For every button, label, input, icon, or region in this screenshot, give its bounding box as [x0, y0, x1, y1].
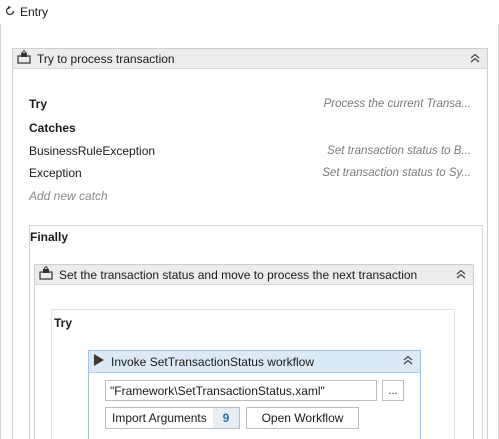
open-workflow-button[interactable]: Open Workflow — [246, 407, 359, 429]
inner-try-catch-activity[interactable]: Set the transaction status and move to p… — [34, 264, 474, 439]
entry-label: Entry — [20, 5, 49, 19]
collapse-icon[interactable] — [455, 268, 467, 280]
catches-header-row: Catches — [29, 119, 471, 137]
catch-row[interactable]: Exception Set transaction status to Sy..… — [29, 164, 471, 182]
catches-label: Catches — [29, 121, 76, 135]
catch-row[interactable]: BusinessRuleException Set transaction st… — [29, 142, 471, 160]
argument-count-badge: 9 — [213, 408, 239, 428]
browse-button[interactable]: ... — [382, 380, 404, 401]
try-row[interactable]: Try Process the current Transa... — [29, 95, 471, 113]
try-hint: Process the current Transa... — [323, 98, 471, 110]
invoke-workflow-title: Invoke SetTransactionStatus workflow — [111, 354, 314, 369]
catch-hint: Set transaction status to Sy... — [322, 167, 471, 179]
try-catch-icon — [39, 265, 53, 283]
try-catch-header[interactable]: Try to process transaction — [13, 49, 487, 69]
try-catch-activity[interactable]: Try to process transaction Try Process t… — [12, 48, 488, 439]
try-catch-title: Try to process transaction — [37, 51, 175, 66]
import-arguments-button[interactable]: Import Arguments 9 — [105, 407, 240, 429]
inner-try-label: Try — [54, 316, 73, 330]
import-arguments-label: Import Arguments — [112, 411, 207, 425]
inner-try-catch-title: Set the transaction status and move to p… — [59, 267, 418, 282]
inner-try-section[interactable]: Try Invoke SetTransactionStatus workflow — [51, 309, 455, 439]
invoke-workflow-header[interactable]: Invoke SetTransactionStatus workflow — [89, 351, 420, 373]
catch-exception-type: BusinessRuleException — [29, 144, 156, 158]
try-label: Try — [29, 97, 48, 111]
finally-section[interactable]: Finally Set the transaction status and m… — [29, 225, 483, 439]
invoke-workflow-activity[interactable]: Invoke SetTransactionStatus workflow ...… — [88, 350, 421, 439]
add-new-catch-link[interactable]: Add new catch — [29, 189, 108, 203]
inner-try-catch-header[interactable]: Set the transaction status and move to p… — [35, 265, 473, 285]
collapse-icon[interactable] — [402, 354, 414, 366]
try-catch-icon — [17, 49, 31, 67]
finally-label: Finally — [30, 230, 69, 244]
entry-arrow-icon — [4, 5, 16, 20]
entry-node[interactable]: Entry — [4, 3, 48, 21]
catch-exception-type: Exception — [29, 166, 82, 180]
add-catch-row[interactable]: Add new catch — [29, 187, 471, 205]
collapse-icon[interactable] — [469, 52, 481, 64]
workflow-path-input[interactable] — [105, 380, 377, 401]
catch-hint: Set transaction status to B... — [327, 145, 471, 157]
invoke-play-icon — [93, 353, 105, 370]
